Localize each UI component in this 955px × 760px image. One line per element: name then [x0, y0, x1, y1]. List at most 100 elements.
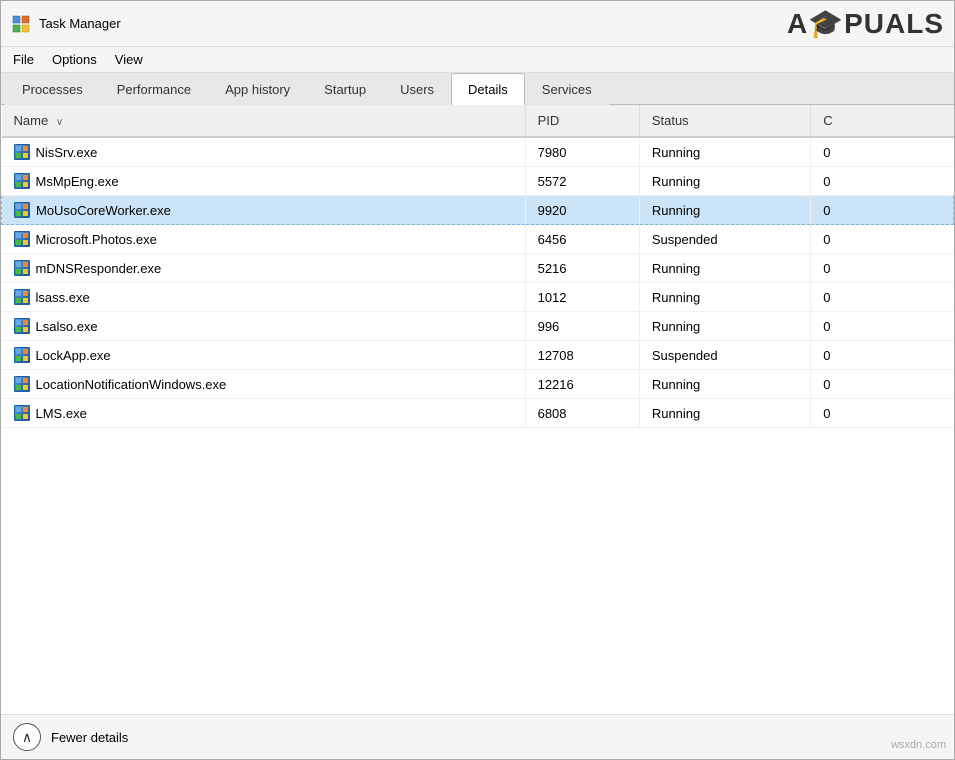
process-name-text: Microsoft.Photos.exe	[36, 232, 157, 247]
table-row[interactable]: Lsalso.exe 996Running0	[2, 312, 954, 341]
cell-other: 0	[811, 137, 954, 167]
cell-name: lsass.exe	[2, 283, 526, 312]
process-icon	[14, 347, 30, 363]
cell-status: Running	[639, 254, 810, 283]
process-name-text: NisSrv.exe	[36, 145, 98, 160]
cell-status: Running	[639, 196, 810, 225]
tab-performance[interactable]: Performance	[100, 73, 208, 105]
process-icon	[14, 202, 30, 218]
tab-app-history[interactable]: App history	[208, 73, 307, 105]
title-bar: Task Manager A🎓PUALS	[1, 1, 954, 47]
watermark: wsxdn.com	[891, 739, 946, 751]
cell-pid: 6808	[525, 399, 639, 428]
cell-other: 0	[811, 196, 954, 225]
col-header-other[interactable]: C	[811, 105, 954, 137]
cell-other: 0	[811, 370, 954, 399]
menu-view[interactable]: View	[107, 49, 151, 70]
cell-other: 0	[811, 225, 954, 254]
process-icon	[14, 260, 30, 276]
tab-bar: Processes Performance App history Startu…	[1, 73, 954, 105]
table-row[interactable]: NisSrv.exe 7980Running0	[2, 137, 954, 167]
table-row[interactable]: mDNSResponder.exe 5216Running0	[2, 254, 954, 283]
fewer-details-button[interactable]: ∧	[13, 723, 41, 751]
window-title: Task Manager	[39, 16, 121, 31]
cell-pid: 5216	[525, 254, 639, 283]
process-icon	[14, 144, 30, 160]
cell-pid: 1012	[525, 283, 639, 312]
process-icon	[14, 405, 30, 421]
process-name-text: MsMpEng.exe	[36, 174, 119, 189]
process-name-text: LMS.exe	[36, 406, 87, 421]
cell-pid: 12216	[525, 370, 639, 399]
cell-pid: 6456	[525, 225, 639, 254]
process-icon	[14, 376, 30, 392]
cell-name: MoUsoCoreWorker.exe	[2, 196, 526, 225]
cell-other: 0	[811, 283, 954, 312]
cell-name: NisSrv.exe	[2, 137, 526, 167]
table-row[interactable]: LocationNotificationWindows.exe 12216Run…	[2, 370, 954, 399]
cell-name: LMS.exe	[2, 399, 526, 428]
cell-name: LocationNotificationWindows.exe	[2, 370, 526, 399]
table-row[interactable]: Microsoft.Photos.exe 6456Suspended0	[2, 225, 954, 254]
process-name-text: LocationNotificationWindows.exe	[36, 377, 227, 392]
process-name-text: lsass.exe	[36, 290, 90, 305]
cell-other: 0	[811, 167, 954, 196]
fewer-details-label: Fewer details	[51, 730, 128, 745]
process-table-container[interactable]: Name ∨ PID Status C	[1, 105, 954, 714]
cell-status: Running	[639, 283, 810, 312]
col-header-name[interactable]: Name ∨	[2, 105, 526, 137]
cell-status: Running	[639, 137, 810, 167]
tab-users[interactable]: Users	[383, 73, 451, 105]
cell-pid: 7980	[525, 137, 639, 167]
menu-options[interactable]: Options	[44, 49, 105, 70]
cell-name: Lsalso.exe	[2, 312, 526, 341]
cell-other: 0	[811, 341, 954, 370]
table-row[interactable]: LMS.exe 6808Running0	[2, 399, 954, 428]
footer: ∧ Fewer details	[1, 714, 954, 759]
table-row[interactable]: MsMpEng.exe 5572Running0	[2, 167, 954, 196]
menu-bar: File Options View	[1, 47, 954, 73]
cell-name: LockApp.exe	[2, 341, 526, 370]
cell-pid: 9920	[525, 196, 639, 225]
col-header-status[interactable]: Status	[639, 105, 810, 137]
sort-arrow-name: ∨	[56, 117, 63, 128]
appuals-logo: A🎓PUALS	[787, 7, 944, 40]
chevron-up-icon: ∧	[22, 729, 32, 746]
cell-name: MsMpEng.exe	[2, 167, 526, 196]
process-icon	[14, 289, 30, 305]
cell-other: 0	[811, 312, 954, 341]
tab-services[interactable]: Services	[525, 73, 609, 105]
menu-file[interactable]: File	[5, 49, 42, 70]
cell-other: 0	[811, 399, 954, 428]
cell-name: Microsoft.Photos.exe	[2, 225, 526, 254]
table-row[interactable]: lsass.exe 1012Running0	[2, 283, 954, 312]
process-name-text: LockApp.exe	[36, 348, 111, 363]
cell-other: 0	[811, 254, 954, 283]
main-content: Name ∨ PID Status C	[1, 105, 954, 714]
table-row[interactable]: LockApp.exe 12708Suspended0	[2, 341, 954, 370]
cell-status: Running	[639, 167, 810, 196]
cell-pid: 12708	[525, 341, 639, 370]
cell-status: Running	[639, 370, 810, 399]
process-icon	[14, 173, 30, 189]
process-table: Name ∨ PID Status C	[1, 105, 954, 428]
process-name-text: mDNSResponder.exe	[36, 261, 162, 276]
tab-details[interactable]: Details	[451, 73, 525, 105]
col-header-pid[interactable]: PID	[525, 105, 639, 137]
tab-startup[interactable]: Startup	[307, 73, 383, 105]
cell-status: Suspended	[639, 225, 810, 254]
process-name-text: MoUsoCoreWorker.exe	[36, 203, 171, 218]
cell-status: Suspended	[639, 341, 810, 370]
table-row[interactable]: MoUsoCoreWorker.exe 9920Running0	[2, 196, 954, 225]
process-icon	[14, 231, 30, 247]
app-icon	[11, 14, 31, 34]
process-icon	[14, 318, 30, 334]
cell-name: mDNSResponder.exe	[2, 254, 526, 283]
table-header-row: Name ∨ PID Status C	[2, 105, 954, 137]
cell-status: Running	[639, 312, 810, 341]
tab-processes[interactable]: Processes	[5, 73, 100, 105]
cell-pid: 996	[525, 312, 639, 341]
cell-status: Running	[639, 399, 810, 428]
process-name-text: Lsalso.exe	[36, 319, 98, 334]
cell-pid: 5572	[525, 167, 639, 196]
